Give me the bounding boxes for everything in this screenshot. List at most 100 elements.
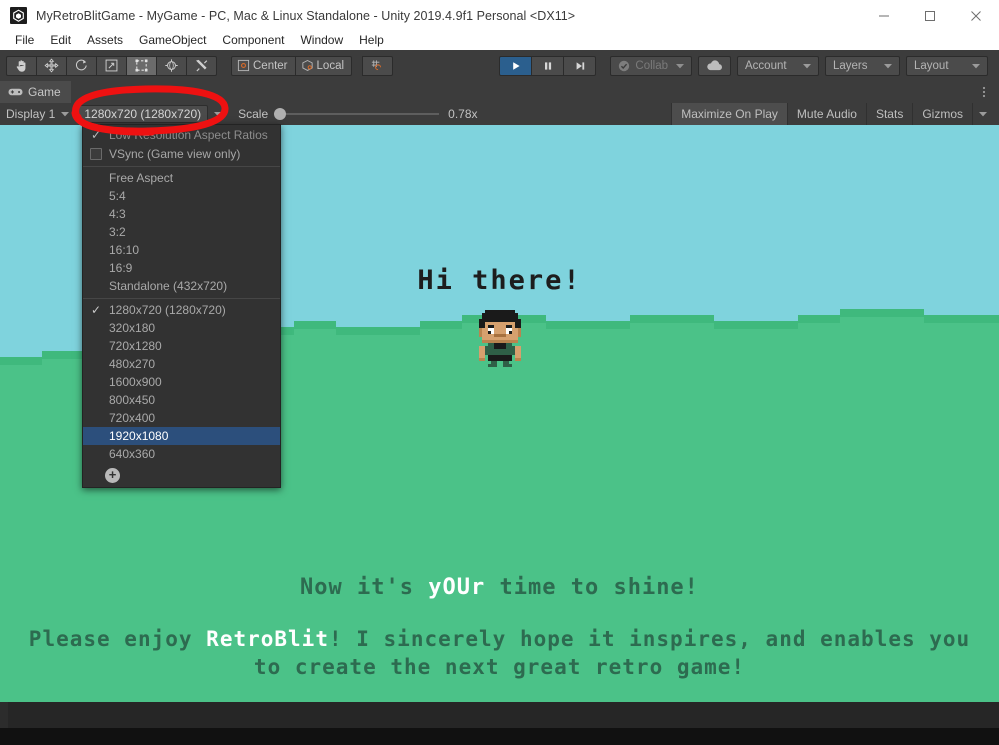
handle-space-button[interactable]: Local <box>294 55 353 76</box>
menu-res-320x180[interactable]: 320x180 <box>83 319 280 337</box>
chevron-down-icon <box>676 60 684 72</box>
unity-editor-window: MyRetroBlitGame - MyGame - PC, Mac & Lin… <box>0 0 999 745</box>
menu-aspect-5-4-label: 5:4 <box>109 189 126 203</box>
pause-icon <box>544 61 551 70</box>
menu-aspect-5-4[interactable]: 5:4 <box>83 187 280 205</box>
maximize-on-play-button[interactable]: Maximize On Play <box>671 103 787 125</box>
menu-aspect-4-3[interactable]: 4:3 <box>83 205 280 223</box>
menu-assets[interactable]: Assets <box>79 31 131 50</box>
transform-tools-group <box>6 55 217 76</box>
panel-tabstrip: Game <box>0 81 999 103</box>
mute-audio-button[interactable]: Mute Audio <box>786 103 866 125</box>
scale-slider[interactable] <box>274 108 440 120</box>
hand-tool-button[interactable] <box>6 55 37 76</box>
layout-button[interactable]: Layout <box>906 55 988 76</box>
custom-tool-button[interactable] <box>186 55 217 76</box>
shine-line-highlight: yOUr <box>428 575 486 600</box>
player-character-sprite <box>479 310 521 367</box>
transform-tool-button[interactable] <box>156 55 187 76</box>
resolution-dropdown-caret[interactable] <box>208 103 228 125</box>
check-icon: ✓ <box>90 127 102 142</box>
menu-window[interactable]: Window <box>292 31 351 50</box>
menu-res-1280x720[interactable]: ✓ 1280x720 (1280x720) <box>83 301 280 319</box>
collab-label: Collab <box>635 59 668 72</box>
maximize-icon[interactable] <box>907 0 953 31</box>
menu-aspect-standalone[interactable]: Standalone (432x720) <box>83 277 280 295</box>
menu-edit[interactable]: Edit <box>42 31 79 50</box>
chevron-down-icon <box>214 112 223 117</box>
rect-transform-tool-button[interactable] <box>126 55 157 76</box>
window-controls <box>861 0 999 31</box>
gizmos-dropdown-caret[interactable] <box>972 103 993 125</box>
cloud-services-button[interactable] <box>698 55 731 76</box>
menu-divider <box>83 166 280 167</box>
menu-aspect-free-label: Free Aspect <box>109 171 174 185</box>
pause-button[interactable] <box>531 55 565 76</box>
menu-res-640x360[interactable]: 640x360 <box>83 445 280 463</box>
checkbox-unchecked-icon[interactable] <box>90 147 102 160</box>
menu-res-720x400[interactable]: 720x400 <box>83 409 280 427</box>
menu-add-resolution-row[interactable]: + <box>83 463 280 487</box>
scale-tool-button[interactable] <box>96 55 127 76</box>
menu-vsync[interactable]: VSync (Game view only) <box>83 144 280 163</box>
menu-res-1920x1080-label: 1920x1080 <box>109 429 169 443</box>
menu-aspect-4-3-label: 4:3 <box>109 207 126 221</box>
menu-res-720x1280[interactable]: 720x1280 <box>83 337 280 355</box>
close-icon[interactable] <box>953 0 999 31</box>
step-button[interactable] <box>563 55 597 76</box>
pivot-center-icon <box>237 59 250 72</box>
menu-res-800x450[interactable]: 800x450 <box>83 391 280 409</box>
grid-snap-button[interactable] <box>362 55 394 76</box>
account-button[interactable]: Account <box>737 55 819 76</box>
wrench-icon <box>196 59 208 72</box>
handle-space-label: Local <box>316 59 345 72</box>
menu-aspect-16-10-label: 16:10 <box>109 243 140 257</box>
window-title: MyRetroBlitGame - MyGame - PC, Mac & Lin… <box>36 8 576 23</box>
menu-res-1600x900[interactable]: 1600x900 <box>83 373 280 391</box>
menu-res-1920x1080[interactable]: 1920x1080 <box>83 427 280 445</box>
rect-transform-icon <box>135 59 148 72</box>
pivot-mode-button[interactable]: Center <box>231 55 296 76</box>
unity-icon <box>10 7 27 24</box>
move-tool-button[interactable] <box>36 55 67 76</box>
minimize-icon[interactable] <box>861 0 907 31</box>
menu-file[interactable]: File <box>7 31 42 50</box>
main-toolbar: Center Local Collab Account Layers Layou… <box>0 50 999 81</box>
menu-aspect-3-2[interactable]: 3:2 <box>83 223 280 241</box>
menu-res-1280x720-label: 1280x720 (1280x720) <box>109 303 226 317</box>
layers-label: Layers <box>833 59 868 72</box>
menu-res-480x270-label: 480x270 <box>109 357 156 371</box>
status-bar <box>0 702 999 728</box>
layers-button[interactable]: Layers <box>825 55 900 76</box>
menu-aspect-16-10[interactable]: 16:10 <box>83 241 280 259</box>
menu-aspect-16-9-label: 16:9 <box>109 261 133 275</box>
resolution-dropdown[interactable]: 1280x720 (1280x720) <box>77 105 209 123</box>
menu-help[interactable]: Help <box>351 31 392 50</box>
snap-group <box>362 55 394 76</box>
menu-low-res-aspect-ratios[interactable]: ✓ Low Resolution Aspect Ratios <box>83 125 280 144</box>
play-icon <box>512 61 520 70</box>
chevron-down-icon <box>803 60 811 72</box>
display-selector[interactable]: Display 1 <box>0 103 75 125</box>
stats-button[interactable]: Stats <box>865 103 912 125</box>
menu-gameobject[interactable]: GameObject <box>131 31 214 50</box>
toolbar-right-group: Collab Account Layers Layout <box>610 55 999 76</box>
collab-button[interactable]: Collab <box>610 55 692 76</box>
plus-circle-icon[interactable]: + <box>105 467 120 483</box>
menu-aspect-16-9[interactable]: 16:9 <box>83 259 280 277</box>
menu-component[interactable]: Component <box>214 31 292 50</box>
menu-aspect-free[interactable]: Free Aspect <box>83 169 280 187</box>
menu-res-480x270[interactable]: 480x270 <box>83 355 280 373</box>
paragraph1-line1: Please enjoy RetroBlit! I sincerely hope… <box>0 627 999 651</box>
play-button[interactable] <box>499 55 533 76</box>
tab-game[interactable]: Game <box>0 81 71 103</box>
rotate-tool-button[interactable] <box>66 55 97 76</box>
gizmos-button[interactable]: Gizmos <box>912 103 972 125</box>
gameview-toggles: Maximize On Play Mute Audio Stats Gizmos <box>671 103 999 125</box>
menubar: File Edit Assets GameObject Component Wi… <box>0 31 999 50</box>
menu-vsync-label: VSync (Game view only) <box>109 146 241 161</box>
scale-slider-knob[interactable] <box>274 108 287 120</box>
hand-icon <box>16 60 26 72</box>
kebab-menu-icon[interactable] <box>977 81 991 103</box>
window-titlebar: MyRetroBlitGame - MyGame - PC, Mac & Lin… <box>0 0 999 31</box>
